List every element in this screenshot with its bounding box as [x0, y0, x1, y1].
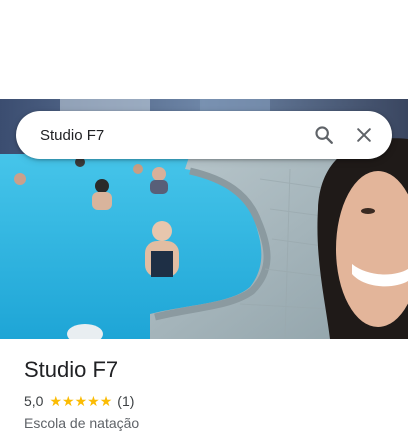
search-icon — [315, 126, 333, 144]
star-icon: ★ — [49, 393, 63, 409]
blank-header-area — [0, 0, 408, 99]
star-icon: ★ — [62, 393, 75, 409]
star-icon: ★ — [87, 393, 100, 409]
rating-value: 5,0 — [24, 393, 44, 409]
place-title: Studio F7 — [24, 357, 119, 382]
review-count[interactable]: (1) — [117, 393, 134, 409]
place-category: Escola de natação — [24, 415, 140, 431]
place-info: Studio F7 5,0 ★ ★ ★ ★ ★ (1) Escola de nataçã… — [24, 356, 392, 431]
close-icon — [357, 128, 371, 142]
star-icon: ★ — [99, 393, 113, 409]
rating-row[interactable]: 5,0 ★ ★ ★ ★ ★ (1) — [24, 392, 392, 410]
star-rating: ★ ★ ★ ★ ★ — [49, 394, 112, 408]
search-input[interactable]: Studio F7 — [40, 127, 304, 144]
search-button[interactable] — [304, 115, 344, 155]
star-icon: ★ — [74, 393, 88, 409]
close-button[interactable] — [344, 115, 384, 155]
search-bar[interactable]: Studio F7 — [16, 111, 392, 159]
